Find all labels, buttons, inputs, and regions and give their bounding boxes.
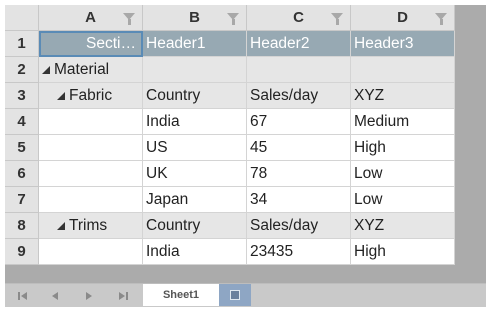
table-row: 4 India 67 Medium: [5, 109, 455, 135]
select-all-corner[interactable]: [5, 5, 39, 31]
cell-b8[interactable]: Country: [143, 213, 247, 239]
table-row: 7 Japan 34 Low: [5, 187, 455, 213]
cell-c9[interactable]: 23435: [247, 239, 351, 265]
column-header-label: D: [397, 9, 408, 26]
column-header-label: B: [189, 9, 200, 26]
filter-icon[interactable]: [331, 13, 343, 25]
cell-a9[interactable]: [39, 239, 143, 265]
cell-a7[interactable]: [39, 187, 143, 213]
cell-c3[interactable]: Sales/day: [247, 83, 351, 109]
row-header[interactable]: 5: [5, 135, 39, 161]
cell-c6[interactable]: 78: [247, 161, 351, 187]
row-header[interactable]: 1: [5, 31, 39, 57]
table-row: 3 Fabric Country Sales/day XYZ: [5, 83, 455, 109]
column-header-row: A B C D: [5, 5, 455, 31]
collapse-triangle-icon[interactable]: [42, 65, 50, 74]
table-row: 8 Trims Country Sales/day XYZ: [5, 213, 455, 239]
cell-b1[interactable]: Header1: [143, 31, 247, 57]
column-header-a[interactable]: A: [39, 5, 143, 31]
column-header-label: C: [293, 9, 304, 26]
group-label: Material: [54, 60, 110, 78]
cell-b6[interactable]: UK: [143, 161, 247, 187]
cell-b2[interactable]: [143, 57, 247, 83]
column-header-c[interactable]: C: [247, 5, 351, 31]
cell-b9[interactable]: India: [143, 239, 247, 265]
prev-sheet-icon[interactable]: [39, 287, 71, 304]
cell-d3[interactable]: XYZ: [351, 83, 455, 109]
group-label: Trims: [69, 216, 108, 234]
cell-d9[interactable]: High: [351, 239, 455, 265]
cell-a5[interactable]: [39, 135, 143, 161]
filter-icon[interactable]: [435, 13, 447, 25]
cell-b5[interactable]: US: [143, 135, 247, 161]
filter-icon[interactable]: [123, 13, 135, 25]
group-label: Fabric: [69, 86, 113, 104]
add-sheet-icon: [230, 290, 240, 300]
cell-c2[interactable]: [247, 57, 351, 83]
cell-b3[interactable]: Country: [143, 83, 247, 109]
collapse-triangle-icon[interactable]: [57, 91, 65, 100]
cell-d2[interactable]: [351, 57, 455, 83]
first-sheet-icon[interactable]: [7, 287, 39, 304]
sheet-tab-bar: Sheet1: [5, 283, 486, 307]
cell-b7[interactable]: Japan: [143, 187, 247, 213]
cell-c8[interactable]: Sales/day: [247, 213, 351, 239]
table-row: 1 Secti… Header1 Header2 Header3: [5, 31, 455, 57]
cell-c4[interactable]: 67: [247, 109, 351, 135]
cell-a3[interactable]: Fabric: [39, 83, 143, 109]
table-row: 9 India 23435 High: [5, 239, 455, 265]
row-header[interactable]: 9: [5, 239, 39, 265]
row-header[interactable]: 2: [5, 57, 39, 83]
spreadsheet-viewport: A B C D 1 Secti… Header1 Header2 Header3: [5, 5, 486, 307]
collapse-triangle-icon[interactable]: [57, 221, 65, 230]
cell-c7[interactable]: 34: [247, 187, 351, 213]
add-sheet-button[interactable]: [219, 284, 251, 306]
cell-c5[interactable]: 45: [247, 135, 351, 161]
last-sheet-icon[interactable]: [107, 287, 139, 304]
spreadsheet-grid: A B C D 1 Secti… Header1 Header2 Header3: [5, 5, 455, 265]
row-header[interactable]: 4: [5, 109, 39, 135]
cell-b4[interactable]: India: [143, 109, 247, 135]
cell-a2[interactable]: Material: [39, 57, 143, 83]
cell-a1[interactable]: Secti…: [39, 31, 143, 57]
cell-d8[interactable]: XYZ: [351, 213, 455, 239]
table-row: 5 US 45 High: [5, 135, 455, 161]
column-header-d[interactable]: D: [351, 5, 455, 31]
row-header[interactable]: 7: [5, 187, 39, 213]
table-row: 2 Material: [5, 57, 455, 83]
next-sheet-icon[interactable]: [73, 287, 105, 304]
row-header[interactable]: 8: [5, 213, 39, 239]
column-header-b[interactable]: B: [143, 5, 247, 31]
cell-d6[interactable]: Low: [351, 161, 455, 187]
cell-d4[interactable]: Medium: [351, 109, 455, 135]
column-header-label: A: [85, 9, 96, 26]
row-header[interactable]: 6: [5, 161, 39, 187]
table-row: 6 UK 78 Low: [5, 161, 455, 187]
sheet-tab[interactable]: Sheet1: [143, 284, 219, 306]
cell-d5[interactable]: High: [351, 135, 455, 161]
cell-a8[interactable]: Trims: [39, 213, 143, 239]
row-header[interactable]: 3: [5, 83, 39, 109]
cell-d1[interactable]: Header3: [351, 31, 455, 57]
cell-d7[interactable]: Low: [351, 187, 455, 213]
cell-a4[interactable]: [39, 109, 143, 135]
filter-icon[interactable]: [227, 13, 239, 25]
cell-a6[interactable]: [39, 161, 143, 187]
cell-c1[interactable]: Header2: [247, 31, 351, 57]
